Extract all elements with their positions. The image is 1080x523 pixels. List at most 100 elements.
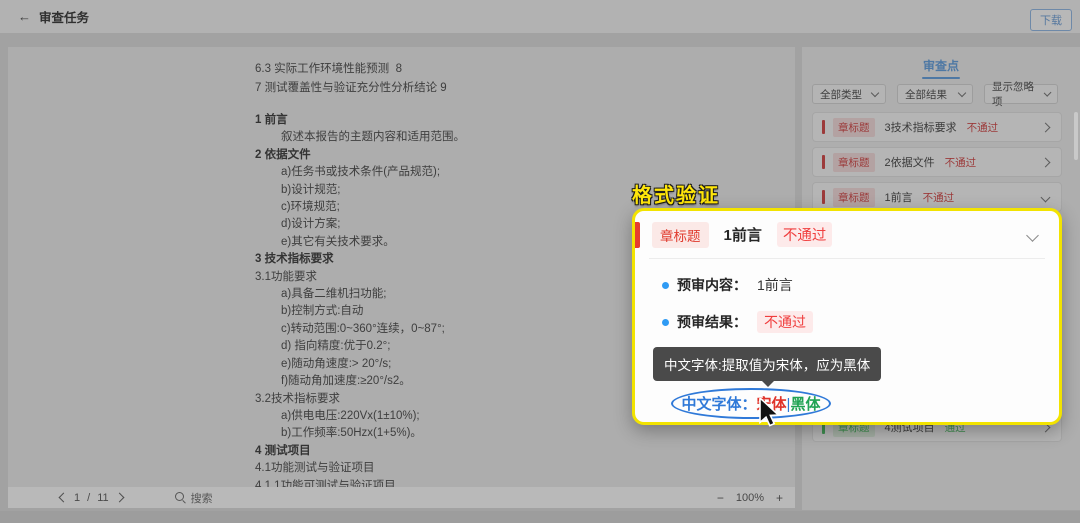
filter-ignored-dropdown[interactable]: 显示忽略项 [984, 84, 1058, 104]
panel-scrollbar[interactable] [1074, 112, 1078, 160]
filter-bar: 全部类型 全部结果 显示忽略项 [812, 84, 1058, 104]
doc-line: 2 依据文件 [255, 147, 675, 164]
result-accent-bar [822, 155, 825, 169]
chevron-right-icon [1041, 122, 1051, 132]
doc-line: 叙述本报告的主题内容和适用范围。 [255, 129, 675, 146]
app-header: ← 审查任务 下载 [0, 0, 1080, 33]
divider [649, 258, 1045, 259]
next-page-icon[interactable] [114, 493, 124, 503]
doc-line: b)设计规范; [255, 182, 675, 199]
back-arrow-icon: ← [18, 9, 31, 24]
item-result-badge: 不通过 [777, 222, 833, 247]
doc-line: 4.1.1功能可测试与验证项目 [255, 478, 675, 487]
chevron-down-icon [1041, 192, 1051, 202]
format-validation-card: 章标题 1前言 不通过 预审内容： 1前言 预审结果： 不通过 中文字体:提取值… [632, 208, 1062, 425]
zoom-out-button[interactable]: − [717, 492, 724, 504]
format-validation-label: 格式验证 [632, 179, 720, 208]
review-result-label: 预审结果： [677, 312, 747, 332]
bullet-icon [662, 319, 669, 326]
document-page: 6.3 实际工作环境性能预测 87 测试覆盖性与验证充分性分析结论 9 1 前言… [255, 60, 675, 487]
filter-type-label: 全部类型 [820, 87, 862, 102]
item-result: 不通过 [967, 120, 999, 135]
zoom-controls: − 100% + [717, 487, 783, 508]
popup-header[interactable]: 章标题 1前言 不通过 [635, 211, 1059, 258]
item-type-badge: 章标题 [833, 153, 875, 172]
doc-line: b)工作频率:50Hzx(1+5%)。 [255, 425, 675, 442]
doc-toc-line: 6.3 实际工作环境性能预测 8 [255, 60, 675, 79]
doc-line: f)随动角加速度:≥20°/s2。 [255, 373, 675, 390]
doc-line: 4 测试项目 [255, 443, 675, 460]
zoom-level: 100% [736, 492, 764, 504]
filter-result-dropdown[interactable]: 全部结果 [897, 84, 973, 104]
tab-underline [922, 77, 960, 79]
item-title: 2依据文件 [885, 154, 935, 170]
doc-line: c)环境规范; [255, 199, 675, 216]
item-title: 1前言 [724, 224, 762, 245]
search-button[interactable]: 搜索 [175, 490, 213, 506]
mouse-cursor-icon [758, 398, 784, 428]
search-icon [175, 492, 186, 503]
review-result-value: 不通过 [757, 311, 813, 333]
item-type-badge: 章标题 [833, 118, 875, 137]
review-content-label: 预审内容： [677, 275, 747, 295]
doc-line: a)具备二维机扫功能; [255, 286, 675, 303]
doc-line: c)转动范围:0~360°连续，0~87°; [255, 321, 675, 338]
previous-page-icon[interactable] [59, 493, 69, 503]
fail-accent-bar [635, 222, 640, 248]
doc-line: 3.2技术指标要求 [255, 391, 675, 408]
page-title: 审查任务 [39, 7, 89, 26]
result-accent-bar [822, 120, 825, 134]
item-result: 不通过 [945, 155, 977, 170]
review-result-field: 预审结果： 不通过 [662, 311, 1059, 333]
download-button[interactable]: 下载 [1030, 9, 1072, 31]
document-toc: 6.3 实际工作环境性能预测 87 测试覆盖性与验证充分性分析结论 9 [255, 60, 675, 98]
font-annotation-ellipse[interactable]: 中文字体：宋体|黑体 [671, 388, 831, 419]
item-result: 不通过 [923, 190, 955, 205]
doc-line: d)设计方案; [255, 216, 675, 233]
viewer-toolbar: 1 / 11 搜索 − 100% + [8, 487, 795, 508]
doc-line: a)任务书或技术条件(产品规范); [255, 164, 675, 181]
tooltip-arrow [761, 380, 775, 387]
filter-result-label: 全部结果 [905, 87, 947, 102]
chevron-down-icon [958, 89, 966, 97]
result-accent-bar [822, 190, 825, 204]
review-content-field: 预审内容： 1前言 [662, 275, 1059, 295]
total-pages: 11 [97, 492, 108, 504]
tooltip-text: 中文字体:提取值为宋体，应为黑体 [664, 358, 870, 373]
window-footer [0, 511, 1080, 523]
page-separator: / [87, 492, 90, 504]
chevron-down-icon [1043, 89, 1051, 97]
doc-line: e)随动角速度:> 20°/s; [255, 356, 675, 373]
doc-toc-line: 7 测试覆盖性与验证充分性分析结论 9 [255, 79, 675, 98]
font-issue-tooltip: 中文字体:提取值为宋体，应为黑体 [653, 347, 881, 381]
filter-ignored-label: 显示忽略项 [992, 79, 1039, 109]
zoom-in-button[interactable]: + [776, 492, 783, 504]
item-title: 1前言 [885, 189, 913, 205]
annotation-label: 中文字体： [682, 396, 757, 413]
item-type-badge: 章标题 [652, 222, 709, 248]
doc-line: 3.1功能要求 [255, 269, 675, 286]
doc-line: b)控制方式:自动 [255, 303, 675, 320]
doc-line: d) 指向精度:优于0.2°; [255, 338, 675, 355]
item-title: 3技术指标要求 [885, 119, 957, 135]
tab-review-points[interactable]: 审查点 [802, 57, 1080, 74]
font-annotation-text: 中文字体：宋体|黑体 [682, 393, 821, 414]
chevron-down-icon[interactable] [1026, 229, 1039, 242]
review-item[interactable]: 章标题 2依据文件不通过 [812, 147, 1062, 177]
doc-line: 3 技术指标要求 [255, 251, 675, 268]
doc-line: 4.1功能测试与验证项目 [255, 460, 675, 477]
bullet-icon [662, 282, 669, 289]
doc-line: e)其它有关技术要求。 [255, 234, 675, 251]
chevron-right-icon [1041, 157, 1051, 167]
annotation-expected-value: 黑体 [790, 396, 820, 413]
item-type-badge: 章标题 [833, 188, 875, 207]
chevron-down-icon [871, 89, 879, 97]
page-navigation: 1 / 11 [60, 492, 123, 504]
review-content-value: 1前言 [757, 275, 793, 295]
search-label: 搜索 [191, 490, 213, 506]
document-body: 1 前言叙述本报告的主题内容和适用范围。2 依据文件a)任务书或技术条件(产品规… [255, 112, 675, 487]
back-button[interactable]: ← 审查任务 [18, 7, 89, 26]
filter-type-dropdown[interactable]: 全部类型 [812, 84, 886, 104]
review-item[interactable]: 章标题 3技术指标要求不通过 [812, 112, 1062, 142]
current-page: 1 [74, 492, 80, 504]
